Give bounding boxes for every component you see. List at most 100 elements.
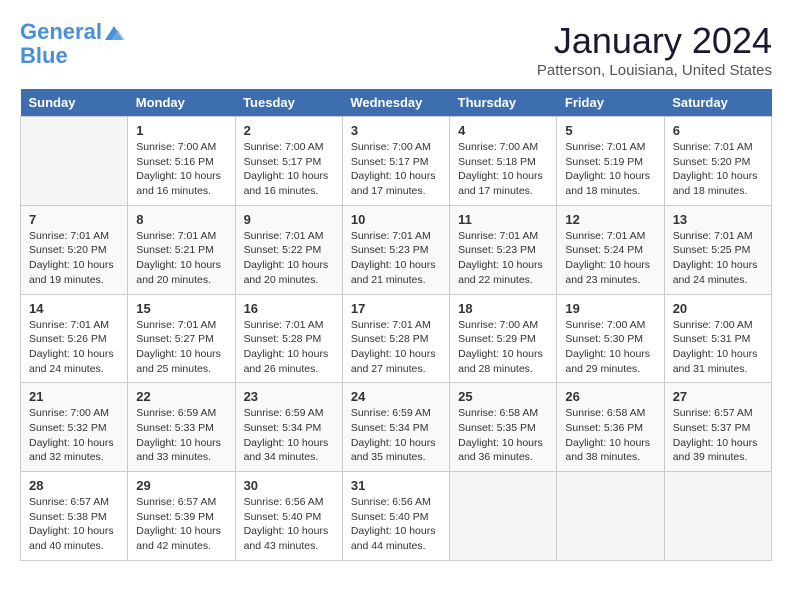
weekday-header-row: SundayMondayTuesdayWednesdayThursdayFrid… bbox=[21, 89, 772, 117]
calendar-cell: 7 Sunrise: 7:01 AM Sunset: 5:20 PM Daylig… bbox=[21, 205, 128, 294]
calendar-cell: 27Sunrise: 6:57 AM Sunset: 5:37 PM Dayli… bbox=[664, 383, 771, 472]
day-content: Sunrise: 7:00 AM Sunset: 5:17 PM Dayligh… bbox=[244, 140, 334, 199]
day-content: Sunrise: 7:00 AM Sunset: 5:30 PM Dayligh… bbox=[565, 318, 655, 377]
calendar-cell: 16Sunrise: 7:01 AM Sunset: 5:28 PM Dayli… bbox=[235, 294, 342, 383]
calendar-cell: 22Sunrise: 6:59 AM Sunset: 5:33 PM Dayli… bbox=[128, 383, 235, 472]
weekday-header-sunday: Sunday bbox=[21, 89, 128, 117]
day-number: 21 bbox=[29, 389, 119, 404]
day-content: Sunrise: 7:01 AM Sunset: 5:27 PM Dayligh… bbox=[136, 318, 226, 377]
weekday-header-wednesday: Wednesday bbox=[342, 89, 449, 117]
calendar-cell bbox=[664, 472, 771, 561]
calendar-cell: 4 Sunrise: 7:00 AM Sunset: 5:18 PM Daylig… bbox=[450, 117, 557, 206]
day-content: Sunrise: 6:58 AM Sunset: 5:35 PM Dayligh… bbox=[458, 406, 548, 465]
calendar-cell: 3 Sunrise: 7:00 AM Sunset: 5:17 PM Daylig… bbox=[342, 117, 449, 206]
day-content: Sunrise: 7:01 AM Sunset: 5:28 PM Dayligh… bbox=[244, 318, 334, 377]
weekday-header-thursday: Thursday bbox=[450, 89, 557, 117]
day-number: 1 bbox=[136, 123, 226, 138]
week-row-4: 21 Sunrise: 7:00 AM Sunset: 5:32 PM Dayli… bbox=[21, 383, 772, 472]
day-number: 8 bbox=[136, 212, 226, 227]
day-content: Sunrise: 6:56 AM Sunset: 5:40 PM Dayligh… bbox=[351, 495, 441, 554]
day-number: 11 bbox=[458, 212, 548, 227]
calendar-cell: 20 Sunrise: 7:00 AM Sunset: 5:31 PM Dayli… bbox=[664, 294, 771, 383]
day-content: Sunrise: 7:01 AM Sunset: 5:28 PM Dayligh… bbox=[351, 318, 441, 377]
day-content: Sunrise: 6:58 AM Sunset: 5:36 PM Dayligh… bbox=[565, 406, 655, 465]
day-number: 7 bbox=[29, 212, 119, 227]
title-section: January 2024 Patterson, Louisiana, Unite… bbox=[537, 20, 772, 79]
calendar-cell: 5 Sunrise: 7:01 AM Sunset: 5:19 PM Daylig… bbox=[557, 117, 664, 206]
day-number: 19 bbox=[565, 301, 655, 316]
day-number: 20 bbox=[673, 301, 763, 316]
day-number: 14 bbox=[29, 301, 119, 316]
day-number: 24 bbox=[351, 389, 441, 404]
calendar-cell: 13Sunrise: 7:01 AM Sunset: 5:25 PM Dayli… bbox=[664, 205, 771, 294]
day-number: 26 bbox=[565, 389, 655, 404]
day-content: Sunrise: 7:00 AM Sunset: 5:32 PM Dayligh… bbox=[29, 406, 119, 465]
calendar-cell: 18Sunrise: 7:00 AM Sunset: 5:29 PM Dayli… bbox=[450, 294, 557, 383]
calendar-cell: 2 Sunrise: 7:00 AM Sunset: 5:17 PM Daylig… bbox=[235, 117, 342, 206]
day-number: 23 bbox=[244, 389, 334, 404]
week-row-5: 28Sunrise: 6:57 AM Sunset: 5:38 PM Dayli… bbox=[21, 472, 772, 561]
location: Patterson, Louisiana, United States bbox=[537, 62, 772, 79]
logo: General Blue bbox=[20, 20, 126, 68]
calendar-cell: 30 Sunrise: 6:56 AM Sunset: 5:40 PM Dayli… bbox=[235, 472, 342, 561]
week-row-1: 1Sunrise: 7:00 AM Sunset: 5:16 PM Daylig… bbox=[21, 117, 772, 206]
day-content: Sunrise: 7:01 AM Sunset: 5:23 PM Dayligh… bbox=[351, 229, 441, 288]
calendar-cell: 17 Sunrise: 7:01 AM Sunset: 5:28 PM Dayli… bbox=[342, 294, 449, 383]
day-content: Sunrise: 7:01 AM Sunset: 5:21 PM Dayligh… bbox=[136, 229, 226, 288]
calendar-cell bbox=[21, 117, 128, 206]
page-header: General Blue January 2024 Patterson, Lou… bbox=[20, 20, 772, 79]
day-number: 30 bbox=[244, 478, 334, 493]
weekday-header-saturday: Saturday bbox=[664, 89, 771, 117]
day-content: Sunrise: 7:01 AM Sunset: 5:20 PM Dayligh… bbox=[29, 229, 119, 288]
logo-text2: Blue bbox=[20, 44, 126, 68]
day-content: Sunrise: 7:00 AM Sunset: 5:31 PM Dayligh… bbox=[673, 318, 763, 377]
day-content: Sunrise: 6:57 AM Sunset: 5:39 PM Dayligh… bbox=[136, 495, 226, 554]
day-content: Sunrise: 6:56 AM Sunset: 5:40 PM Dayligh… bbox=[244, 495, 334, 554]
calendar-cell: 9 Sunrise: 7:01 AM Sunset: 5:22 PM Daylig… bbox=[235, 205, 342, 294]
day-content: Sunrise: 7:00 AM Sunset: 5:17 PM Dayligh… bbox=[351, 140, 441, 199]
weekday-header-monday: Monday bbox=[128, 89, 235, 117]
logo-icon bbox=[103, 24, 125, 42]
calendar-cell bbox=[450, 472, 557, 561]
calendar-cell: 6 Sunrise: 7:01 AM Sunset: 5:20 PM Daylig… bbox=[664, 117, 771, 206]
day-content: Sunrise: 7:01 AM Sunset: 5:23 PM Dayligh… bbox=[458, 229, 548, 288]
day-content: Sunrise: 7:00 AM Sunset: 5:18 PM Dayligh… bbox=[458, 140, 548, 199]
calendar-cell: 25Sunrise: 6:58 AM Sunset: 5:35 PM Dayli… bbox=[450, 383, 557, 472]
weekday-header-tuesday: Tuesday bbox=[235, 89, 342, 117]
calendar-cell: 15 Sunrise: 7:01 AM Sunset: 5:27 PM Dayli… bbox=[128, 294, 235, 383]
day-content: Sunrise: 7:01 AM Sunset: 5:22 PM Dayligh… bbox=[244, 229, 334, 288]
day-number: 28 bbox=[29, 478, 119, 493]
day-content: Sunrise: 6:57 AM Sunset: 5:37 PM Dayligh… bbox=[673, 406, 763, 465]
day-content: Sunrise: 7:01 AM Sunset: 5:20 PM Dayligh… bbox=[673, 140, 763, 199]
day-content: Sunrise: 7:01 AM Sunset: 5:19 PM Dayligh… bbox=[565, 140, 655, 199]
day-content: Sunrise: 6:59 AM Sunset: 5:34 PM Dayligh… bbox=[244, 406, 334, 465]
day-number: 10 bbox=[351, 212, 441, 227]
month-title: January 2024 bbox=[537, 20, 772, 62]
day-content: Sunrise: 6:59 AM Sunset: 5:34 PM Dayligh… bbox=[351, 406, 441, 465]
week-row-2: 7 Sunrise: 7:01 AM Sunset: 5:20 PM Daylig… bbox=[21, 205, 772, 294]
calendar-cell: 1Sunrise: 7:00 AM Sunset: 5:16 PM Daylig… bbox=[128, 117, 235, 206]
week-row-3: 14Sunrise: 7:01 AM Sunset: 5:26 PM Dayli… bbox=[21, 294, 772, 383]
day-number: 5 bbox=[565, 123, 655, 138]
calendar-table: SundayMondayTuesdayWednesdayThursdayFrid… bbox=[20, 89, 772, 561]
day-content: Sunrise: 7:01 AM Sunset: 5:24 PM Dayligh… bbox=[565, 229, 655, 288]
day-number: 4 bbox=[458, 123, 548, 138]
weekday-header-friday: Friday bbox=[557, 89, 664, 117]
day-number: 13 bbox=[673, 212, 763, 227]
day-number: 15 bbox=[136, 301, 226, 316]
calendar-cell: 23 Sunrise: 6:59 AM Sunset: 5:34 PM Dayli… bbox=[235, 383, 342, 472]
calendar-cell: 29Sunrise: 6:57 AM Sunset: 5:39 PM Dayli… bbox=[128, 472, 235, 561]
calendar-cell: 12Sunrise: 7:01 AM Sunset: 5:24 PM Dayli… bbox=[557, 205, 664, 294]
calendar-cell: 10 Sunrise: 7:01 AM Sunset: 5:23 PM Dayli… bbox=[342, 205, 449, 294]
day-number: 9 bbox=[244, 212, 334, 227]
day-number: 31 bbox=[351, 478, 441, 493]
calendar-cell: 8 Sunrise: 7:01 AM Sunset: 5:21 PM Daylig… bbox=[128, 205, 235, 294]
day-number: 6 bbox=[673, 123, 763, 138]
calendar-cell bbox=[557, 472, 664, 561]
calendar-cell: 21 Sunrise: 7:00 AM Sunset: 5:32 PM Dayli… bbox=[21, 383, 128, 472]
calendar-cell: 26 Sunrise: 6:58 AM Sunset: 5:36 PM Dayli… bbox=[557, 383, 664, 472]
day-number: 2 bbox=[244, 123, 334, 138]
day-number: 18 bbox=[458, 301, 548, 316]
day-number: 17 bbox=[351, 301, 441, 316]
day-number: 3 bbox=[351, 123, 441, 138]
